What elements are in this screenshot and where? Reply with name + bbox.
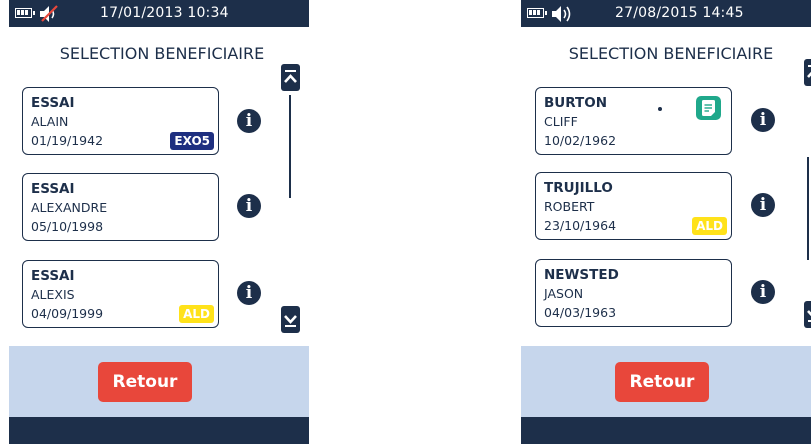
info-icon[interactable]: i <box>751 108 775 132</box>
battery-icon <box>527 8 547 18</box>
beneficiary-name: BURTON <box>544 95 608 111</box>
info-icon[interactable]: i <box>751 280 775 304</box>
beneficiary-birthdate: 01/19/1942 <box>31 133 104 148</box>
chevron-up-icon <box>284 70 297 83</box>
beneficiary-birthdate: 05/10/1998 <box>31 219 104 234</box>
beneficiary-birthdate: 23/10/1964 <box>544 218 617 233</box>
footer-bar <box>9 417 309 444</box>
note-icon[interactable] <box>696 96 721 120</box>
beneficiary-first-name: JASON <box>544 286 584 301</box>
scroll-down-button[interactable] <box>804 301 811 328</box>
beneficiary-card[interactable]: ESSAI ALAIN 01/19/1942 EXO5 <box>22 87 219 155</box>
scroll-up-button[interactable] <box>804 59 811 86</box>
chevron-down-icon <box>284 315 297 327</box>
status-datetime: 27/08/2015 14:45 <box>615 5 744 21</box>
info-icon[interactable]: i <box>237 194 261 218</box>
beneficiary-card[interactable]: TRUJILLO ROBERT 23/10/1964 ALD <box>535 172 732 240</box>
speaker-icon <box>552 6 571 22</box>
page-title: SELECTION BENEFICIAIRE <box>59 44 265 63</box>
chevron-down-icon <box>807 310 811 322</box>
beneficiary-birthdate: 04/09/1999 <box>31 306 104 321</box>
bottom-panel: Retour <box>521 346 811 417</box>
status-bar: 17/01/2013 10:34 <box>9 0 309 27</box>
info-icon[interactable]: i <box>237 109 261 133</box>
beneficiary-first-name: ROBERT <box>544 199 595 214</box>
scrollbar[interactable] <box>289 95 291 198</box>
scroll-up-button[interactable] <box>281 64 300 91</box>
status-bar: 27/08/2015 14:45 <box>521 0 811 27</box>
bottom-panel: Retour <box>9 346 309 417</box>
scroll-down-button[interactable] <box>281 306 300 333</box>
beneficiary-first-name: ALEXIS <box>31 287 75 302</box>
page-title: SELECTION BENEFICIAIRE <box>568 44 774 63</box>
beneficiary-first-name: CLIFF <box>544 114 578 129</box>
beneficiary-birthdate: 10/02/1962 <box>544 133 617 148</box>
battery-icon <box>15 8 35 18</box>
scrollbar[interactable] <box>807 157 809 260</box>
beneficiary-name: TRUJILLO <box>544 180 613 196</box>
beneficiary-name: ESSAI <box>31 268 75 284</box>
beneficiary-name: ESSAI <box>31 181 75 197</box>
ald-badge: ALD <box>692 217 727 235</box>
beneficiary-card[interactable]: BURTON CLIFF 10/02/1962 <box>535 87 732 155</box>
footer-bar <box>521 417 811 444</box>
beneficiary-first-name: ALEXANDRE <box>31 200 108 215</box>
chevron-up-icon <box>807 65 811 78</box>
device-screen-right: 27/08/2015 14:45 SELECTION BENEFICIAIRE … <box>521 0 811 444</box>
status-datetime: 17/01/2013 10:34 <box>100 5 229 21</box>
info-icon[interactable]: i <box>751 193 775 217</box>
device-screen-left: 17/01/2013 10:34 SELECTION BENEFICIAIRE … <box>9 0 309 444</box>
info-icon[interactable]: i <box>237 281 261 305</box>
beneficiary-name: NEWSTED <box>544 267 619 283</box>
beneficiary-card[interactable]: NEWSTED JASON 04/03/1963 <box>535 259 732 327</box>
beneficiary-first-name: ALAIN <box>31 114 69 129</box>
back-button[interactable]: Retour <box>615 362 709 402</box>
beneficiary-name: ESSAI <box>31 95 75 111</box>
beneficiary-card[interactable]: ESSAI ALEXIS 04/09/1999 ALD <box>22 260 219 328</box>
beneficiary-card[interactable]: ESSAI ALEXANDRE 05/10/1998 <box>22 173 219 241</box>
beneficiary-birthdate: 04/03/1963 <box>544 305 617 320</box>
separator-dot <box>658 107 662 111</box>
ald-badge: ALD <box>179 305 214 323</box>
back-button[interactable]: Retour <box>98 362 192 402</box>
exo-badge: EXO5 <box>170 132 214 150</box>
speaker-muted-icon <box>40 5 58 22</box>
